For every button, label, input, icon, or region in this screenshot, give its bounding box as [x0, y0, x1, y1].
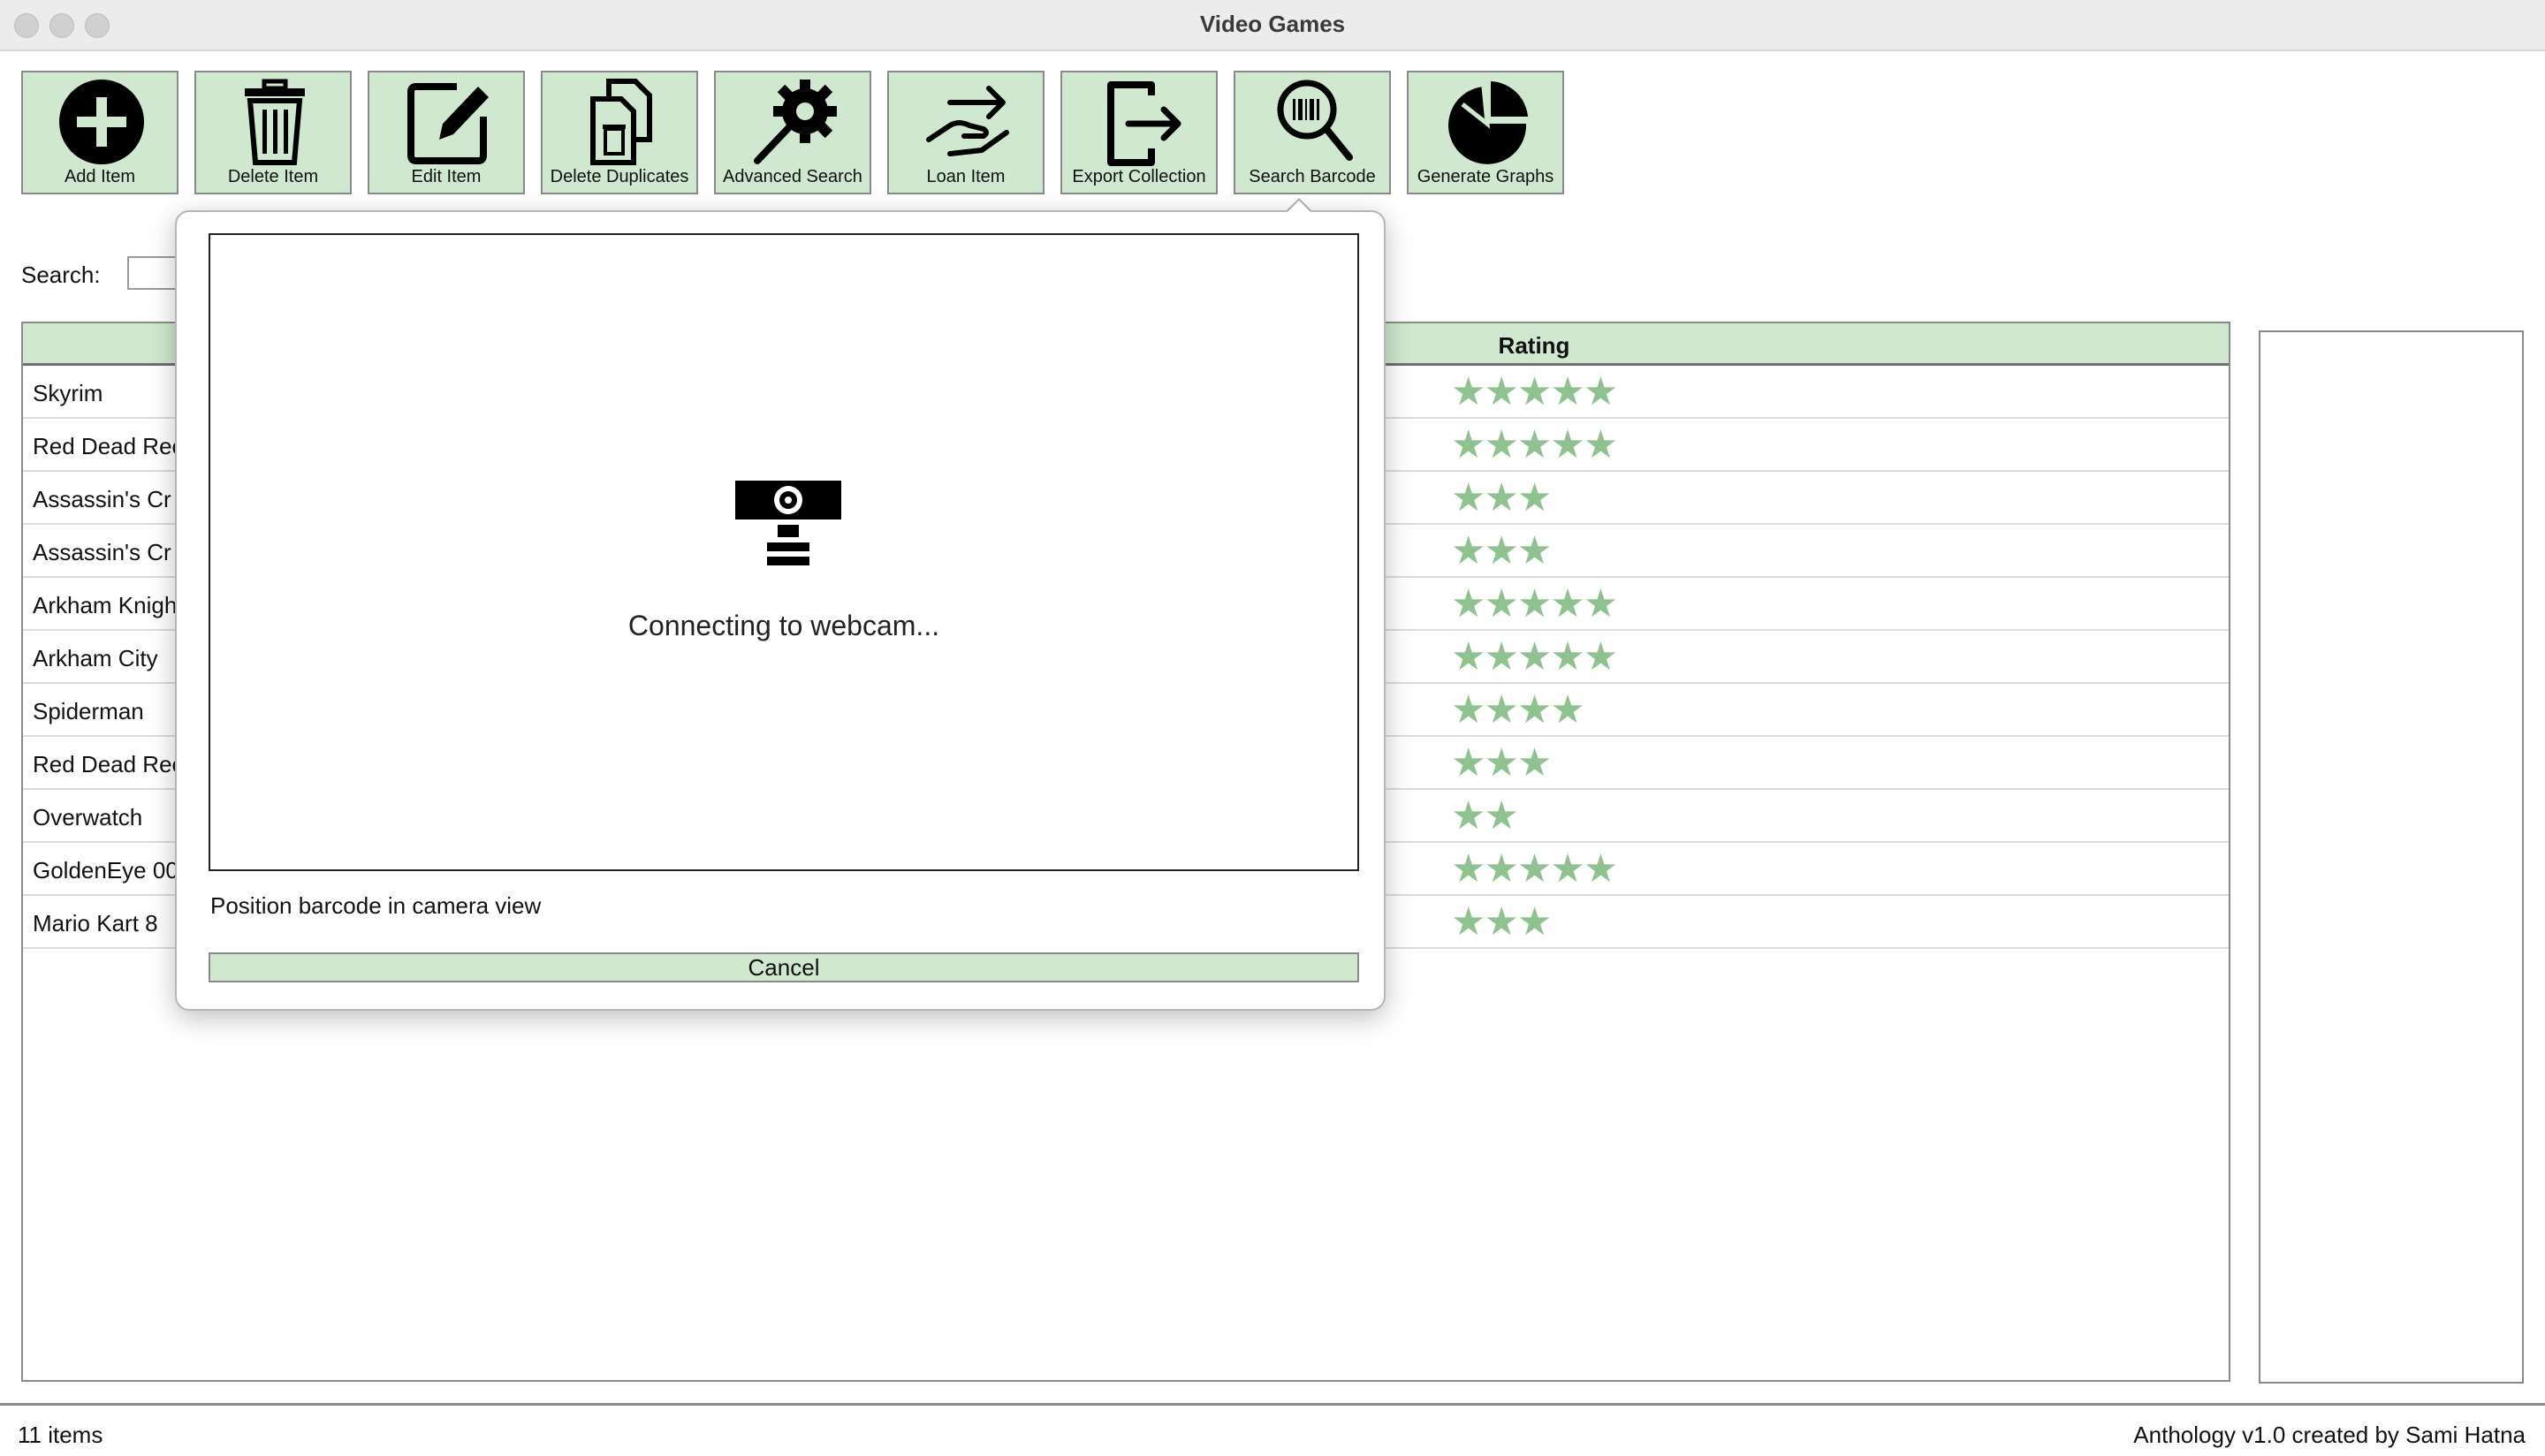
pie-chart-icon	[1448, 81, 1528, 164]
row-title: Arkham Knigh	[33, 592, 178, 618]
webcam-icon	[735, 481, 841, 565]
loan-icon	[926, 86, 1009, 156]
add-item-label: Add Item	[64, 167, 136, 186]
generate-graphs-label: Generate Graphs	[1417, 167, 1554, 186]
row-title: Assassin's Cr	[33, 539, 171, 565]
row-title: Mario Kart 8	[33, 910, 158, 937]
row-rating-stars: ★★★	[1451, 476, 1552, 519]
cancel-button[interactable]: Cancel	[209, 952, 1359, 982]
generate-graphs-button[interactable]: Generate Graphs	[1407, 71, 1564, 194]
export-collection-button[interactable]: Export Collection	[1060, 71, 1218, 194]
row-rating-stars: ★★★	[1451, 900, 1552, 944]
status-bar: 11 items Anthology v1.0 created by Sami …	[0, 1403, 2545, 1456]
barcode-hint: Position barcode in camera view	[210, 892, 542, 919]
row-rating-stars: ★★★★★	[1451, 847, 1618, 891]
edit-item-button[interactable]: Edit Item	[368, 71, 525, 194]
delete-item-label: Delete Item	[227, 167, 319, 186]
export-collection-label: Export Collection	[1072, 167, 1206, 186]
row-title: GoldenEye 00	[33, 857, 179, 883]
row-rating-stars: ★★★★★	[1451, 423, 1618, 466]
search-label: Search:	[21, 262, 101, 288]
export-icon	[1107, 81, 1181, 166]
edit-item-label: Edit Item	[411, 167, 482, 186]
row-title: Overwatch	[33, 804, 143, 830]
delete-duplicates-label: Delete Duplicates	[550, 167, 689, 186]
add-item-button[interactable]: Add Item	[21, 71, 179, 194]
title-bar: Video Games	[0, 0, 2545, 51]
advanced-search-label: Advanced Search	[723, 167, 862, 186]
row-rating-stars: ★★	[1451, 794, 1519, 838]
item-count: 11 items	[18, 1422, 103, 1448]
row-rating-stars: ★★★★★	[1451, 635, 1618, 679]
barcode-search-icon	[1277, 80, 1353, 161]
delete-duplicates-button[interactable]: Delete Duplicates	[541, 71, 698, 194]
advanced-search-button[interactable]: Advanced Search	[714, 71, 871, 194]
row-rating-stars: ★★★	[1451, 741, 1552, 785]
search-barcode-button[interactable]: Search Barcode	[1234, 71, 1391, 194]
popover-arrow-fill	[1287, 201, 1311, 213]
column-header-rating[interactable]: Rating	[1402, 332, 1667, 360]
row-title: Red Dead Rec	[33, 433, 184, 459]
row-title: Red Dead Rec	[33, 751, 184, 777]
webcam-status: Connecting to webcam...	[627, 610, 940, 641]
row-title: Assassin's Cr	[33, 486, 171, 512]
barcode-scan-popover: Connecting to webcam... Position barcode…	[175, 210, 1386, 1011]
row-rating-stars: ★★★★★	[1451, 582, 1618, 626]
delete-item-button[interactable]: Delete Item	[194, 71, 352, 194]
loan-item-button[interactable]: Loan Item	[887, 71, 1045, 194]
detail-panel	[2259, 330, 2524, 1384]
plus-icon	[59, 80, 144, 164]
duplicate-delete-icon	[590, 79, 652, 165]
gear-search-icon	[754, 80, 837, 164]
edit-icon	[407, 83, 489, 164]
row-title: Spiderman	[33, 698, 144, 724]
row-title: Arkham City	[33, 645, 158, 671]
row-rating-stars: ★★★★	[1451, 688, 1585, 732]
row-title: Skyrim	[33, 380, 103, 406]
row-rating-stars: ★★★★★	[1451, 370, 1618, 413]
row-rating-stars: ★★★	[1451, 529, 1552, 573]
trash-icon	[245, 79, 305, 165]
search-barcode-label: Search Barcode	[1249, 167, 1376, 186]
camera-view: Connecting to webcam...	[209, 233, 1359, 871]
app-credit: Anthology v1.0 created by Sami Hatna	[2133, 1422, 2526, 1448]
loan-item-label: Loan Item	[926, 167, 1006, 186]
window-title: Video Games	[1199, 11, 1346, 37]
